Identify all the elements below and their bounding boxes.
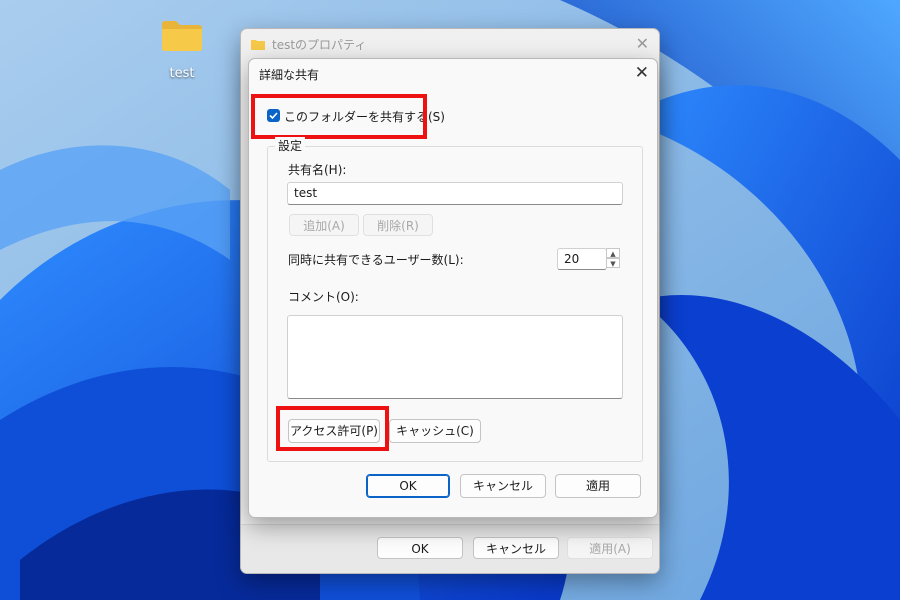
user-limit-label: 同時に共有できるユーザー数(L): [288,253,464,267]
properties-ok-button[interactable]: OK [377,537,463,559]
properties-apply-button[interactable]: 適用(A) [567,537,653,559]
highlight-box-share [251,94,427,139]
properties-cancel-button[interactable]: キャンセル [473,537,559,559]
comment-label: コメント(O): [288,290,359,304]
comment-textarea[interactable] [287,315,623,399]
properties-title: testのプロパティ [272,37,367,52]
remove-button[interactable]: 削除(R) [363,214,433,236]
advanced-sharing-dialog: 詳細な共有 ✕ このフォルダーを共有する(S) 設定 共有名(H): test … [248,58,658,518]
dialog-title: 詳細な共有 [259,67,320,82]
properties-titlebar: testのプロパティ [241,29,659,59]
desktop-folder-label: test [169,66,195,81]
close-icon[interactable]: ✕ [636,34,649,53]
share-name-label: 共有名(H): [288,163,347,177]
share-name-input[interactable]: test [287,182,623,205]
apply-button[interactable]: 適用 [555,474,641,498]
folder-icon [160,18,204,52]
user-limit-stepper[interactable]: ▲ ▼ [606,248,620,268]
ok-button[interactable]: OK [366,474,450,498]
caching-button[interactable]: キャッシュ(C) [389,419,481,443]
folder-icon [251,39,265,50]
close-icon[interactable]: ✕ [635,63,649,83]
desktop-folder-test[interactable]: test [150,14,214,81]
user-limit-input[interactable]: 20 [557,248,607,270]
stepper-up-icon[interactable]: ▲ [606,248,620,258]
properties-footer: OK キャンセル 適用(A) [241,524,659,573]
highlight-box-permissions [276,406,389,451]
stepper-down-icon[interactable]: ▼ [606,258,620,268]
cancel-button[interactable]: キャンセル [460,474,546,498]
add-button[interactable]: 追加(A) [289,214,359,236]
advanced-sharing-titlebar: 詳細な共有 [249,59,657,89]
settings-group-title: 設定 [275,137,306,154]
